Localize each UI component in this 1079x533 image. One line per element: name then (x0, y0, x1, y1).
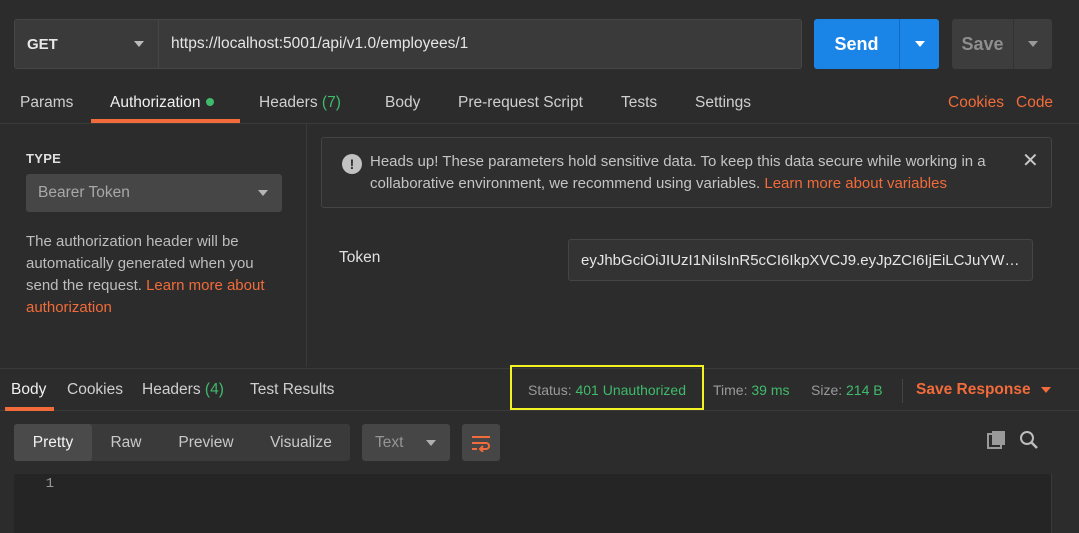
chevron-down-icon (1040, 386, 1051, 393)
tab-authorization[interactable]: Authorization (110, 84, 215, 123)
status-label: Status: (528, 382, 572, 398)
chevron-down-icon (258, 190, 268, 196)
tab-label: Headers (259, 94, 318, 111)
status-value[interactable]: 401 Unauthorized (575, 382, 686, 398)
tab-prerequest-script[interactable]: Pre-request Script (458, 84, 583, 123)
time-label: Time: (713, 382, 748, 398)
auth-type-panel: TYPE Bearer Token The authorization head… (0, 124, 307, 367)
headers-count: (7) (321, 94, 341, 111)
tab-label: Tests (621, 94, 658, 111)
close-icon[interactable]: ✕ (1022, 151, 1039, 171)
code-link[interactable]: Code (1016, 84, 1053, 123)
response-headers-count: (4) (204, 381, 224, 398)
url-input[interactable] (159, 20, 801, 68)
chevron-down-icon (426, 439, 436, 446)
wrap-lines-icon (472, 435, 490, 452)
size-label: Size: (811, 382, 843, 398)
auth-type-value: Bearer Token (38, 184, 130, 201)
type-label: TYPE (26, 151, 62, 166)
tab-label: Settings (695, 94, 752, 111)
sensitive-data-notice: ! Heads up! These parameters hold sensit… (321, 137, 1052, 208)
tab-params[interactable]: Params (20, 84, 73, 123)
tab-response-body[interactable]: Body (11, 369, 46, 411)
format-value: Text (375, 433, 404, 451)
chevron-down-icon (134, 41, 144, 47)
save-button[interactable]: Save (952, 19, 1014, 69)
status-dot (206, 97, 215, 106)
tab-label: Headers (142, 381, 201, 398)
send-button[interactable]: Send (814, 19, 900, 69)
active-tab-indicator (5, 407, 54, 411)
info-icon: ! (342, 154, 362, 174)
divider (902, 379, 903, 403)
search-icon[interactable] (1018, 429, 1040, 451)
active-tab-indicator (91, 119, 240, 123)
tab-label: Authorization (110, 94, 201, 111)
send-options-button[interactable] (900, 19, 939, 69)
response-status: Status: 401 Unauthorized (528, 369, 686, 411)
time-value[interactable]: 39 ms (751, 382, 789, 398)
notice-text: Heads up! These parameters hold sensitiv… (370, 151, 1010, 195)
tab-label: Body (385, 94, 421, 111)
auth-description: The authorization header will be automat… (26, 231, 288, 319)
wrap-lines-button[interactable] (462, 424, 500, 461)
view-mode-group: Pretty Raw Preview Visualize (14, 424, 350, 461)
method-select[interactable]: GET (15, 20, 159, 68)
auth-type-select[interactable]: Bearer Token (26, 174, 282, 212)
response-editor[interactable]: 1 (14, 474, 1051, 533)
save-options-button[interactable] (1014, 19, 1052, 69)
tab-body[interactable]: Body (385, 84, 420, 123)
response-size: Size: 214 B (811, 369, 883, 411)
chevron-down-icon (1028, 41, 1038, 47)
response-bar: Body Cookies Headers (4) Test Results St… (0, 365, 1079, 411)
visualize-button[interactable]: Visualize (258, 424, 344, 461)
format-select[interactable]: Text (362, 424, 450, 461)
tab-label: Params (20, 94, 74, 111)
method-label: GET (27, 35, 58, 53)
save-button-group: Save (952, 19, 1052, 69)
scrollbar[interactable] (1051, 474, 1079, 533)
size-value[interactable]: 214 B (846, 382, 883, 398)
tab-settings[interactable]: Settings (695, 84, 751, 123)
tab-response-headers[interactable]: Headers (4) (142, 369, 224, 411)
save-response-button[interactable]: Save Response (916, 369, 1051, 411)
cookies-link[interactable]: Cookies (948, 84, 1004, 123)
tab-test-results[interactable]: Test Results (250, 369, 334, 411)
pretty-button[interactable]: Pretty (14, 424, 92, 461)
url-bar: GET (14, 19, 802, 69)
tab-headers[interactable]: Headers (7) (259, 84, 341, 123)
chevron-down-icon (914, 41, 925, 47)
learn-more-variables-link[interactable]: Learn more about variables (764, 175, 947, 192)
save-response-label: Save Response (916, 381, 1031, 398)
copy-icon[interactable] (986, 429, 1008, 451)
raw-button[interactable]: Raw (98, 424, 154, 461)
tab-response-cookies[interactable]: Cookies (67, 369, 123, 411)
request-tabs: Params Authorization Headers (7) Body Pr… (0, 84, 1079, 124)
send-button-group: Send (814, 19, 939, 69)
preview-button[interactable]: Preview (164, 424, 248, 461)
tab-tests[interactable]: Tests (621, 84, 657, 123)
response-time: Time: 39 ms (713, 369, 790, 411)
line-number: 1 (45, 476, 54, 492)
token-label: Token (339, 249, 381, 266)
tab-label: Pre-request Script (458, 94, 583, 111)
token-input[interactable] (568, 239, 1033, 281)
